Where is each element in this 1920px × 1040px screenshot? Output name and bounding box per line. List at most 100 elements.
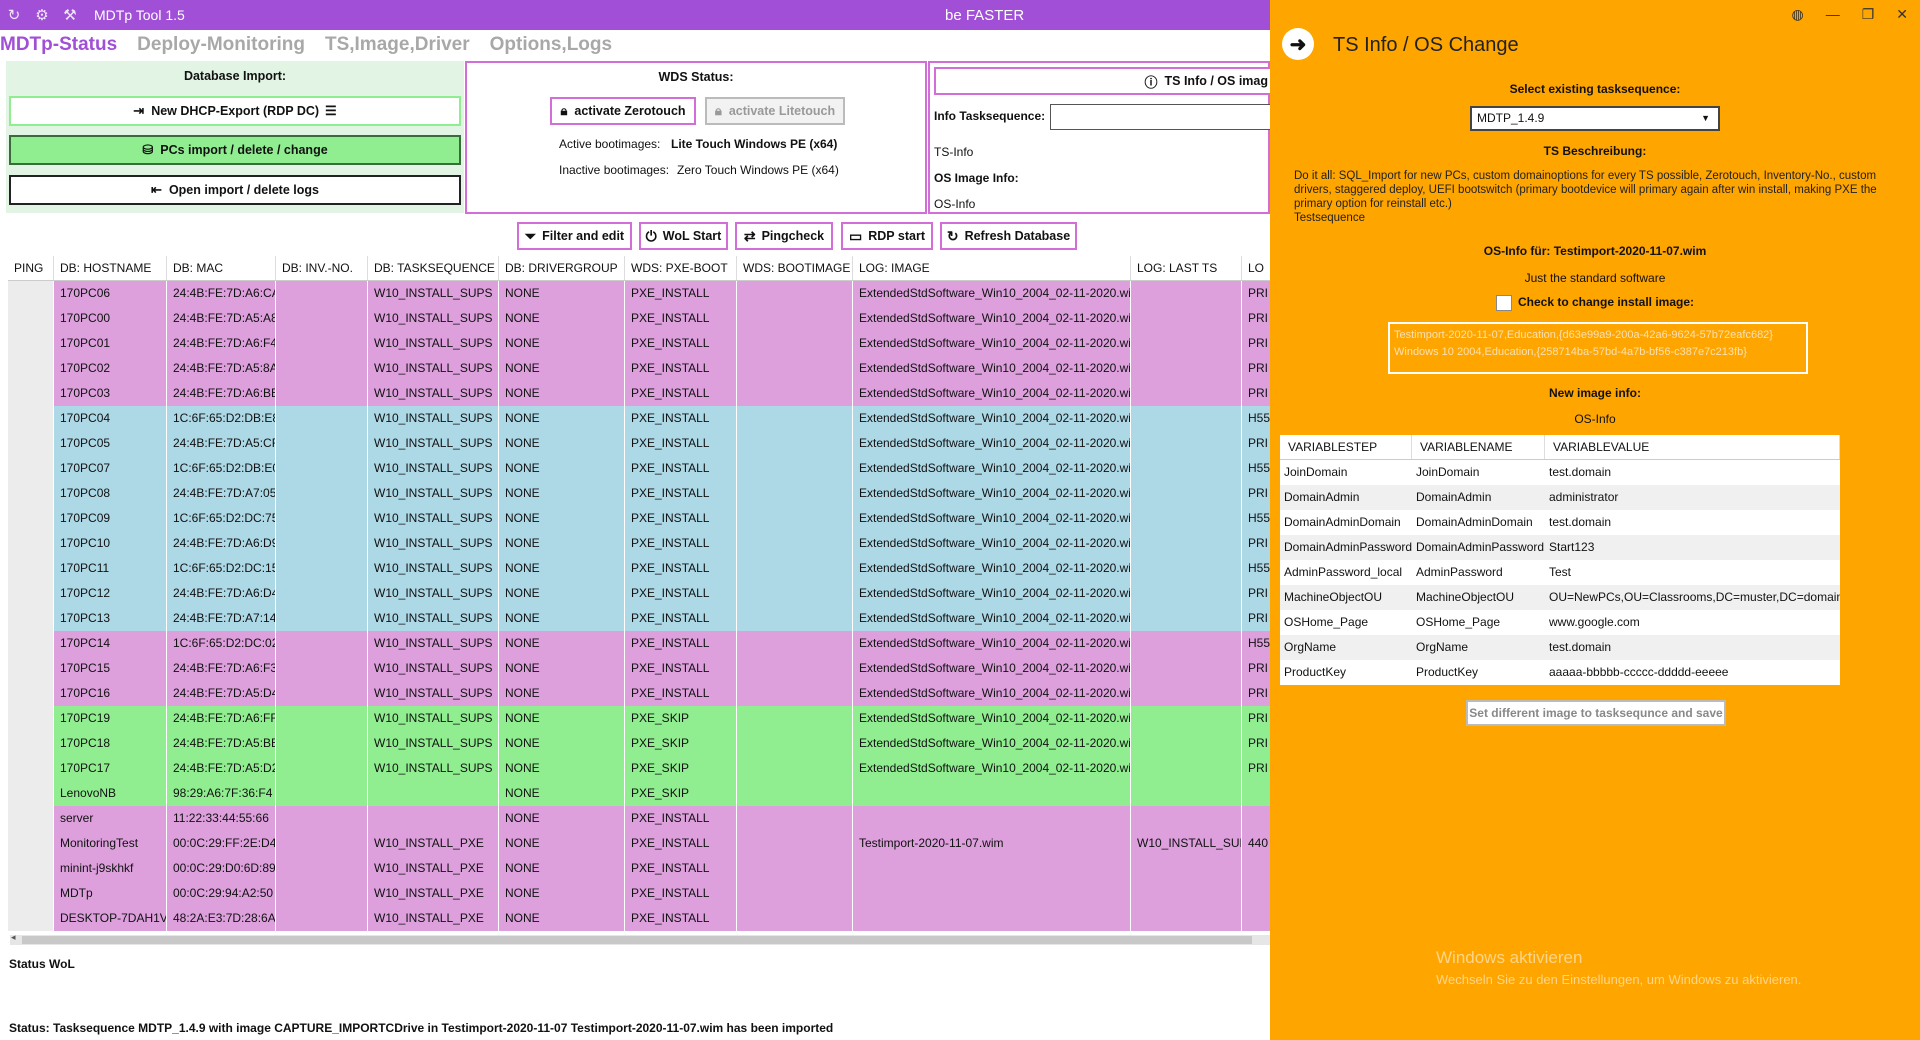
table-row[interactable]: LenovoNB 98:29:A6:7F:36:F4 NONE PXE_SKIP bbox=[8, 781, 1270, 806]
table-cell[interactable]: PXE_INSTALL bbox=[625, 281, 737, 306]
table-cell[interactable] bbox=[276, 406, 368, 431]
table-row[interactable]: 170PC04 1C:6F:65:D2:DB:E8 W10_INSTALL_SUPS… bbox=[8, 406, 1270, 431]
variable-cell[interactable]: MachineObjectOU bbox=[1412, 585, 1545, 610]
ping-cell[interactable] bbox=[8, 531, 54, 556]
table-cell[interactable]: NONE bbox=[499, 381, 625, 406]
table-cell[interactable] bbox=[276, 881, 368, 906]
table-cell[interactable]: W10_INSTALL_PXE bbox=[368, 856, 499, 881]
table-cell[interactable] bbox=[737, 856, 853, 881]
table-cell[interactable]: NONE bbox=[499, 431, 625, 456]
table-cell[interactable]: 170PC10 bbox=[54, 531, 167, 556]
table-row[interactable]: minint-j9skhkf 00:0C:29:D0:6D:89 W10_INSTA… bbox=[8, 856, 1270, 881]
variable-cell[interactable]: aaaaa-bbbbb-ccccc-ddddd-eeeee bbox=[1545, 660, 1840, 685]
table-cell[interactable]: PXE_INSTALL bbox=[625, 806, 737, 831]
table-cell[interactable]: NONE bbox=[499, 481, 625, 506]
table-cell[interactable]: PXE_SKIP bbox=[625, 706, 737, 731]
variable-cell[interactable]: test.domain bbox=[1545, 510, 1840, 535]
table-cell[interactable]: PXE_INSTALL bbox=[625, 406, 737, 431]
table-cell[interactable]: W10_INSTALL_SUPS bbox=[368, 631, 499, 656]
table-cell[interactable]: ExtendedStdSoftware_Win10_2004_02-11-202… bbox=[853, 556, 1131, 581]
table-cell[interactable]: ExtendedStdSoftware_Win10_2004_02-11-202… bbox=[853, 406, 1131, 431]
ping-cell[interactable] bbox=[8, 731, 54, 756]
ping-cell[interactable] bbox=[8, 881, 54, 906]
table-cell[interactable] bbox=[1131, 456, 1242, 481]
table-cell[interactable]: 170PC19 bbox=[54, 706, 167, 731]
variable-cell[interactable]: DomainAdminDomain bbox=[1412, 510, 1545, 535]
variable-cell[interactable]: www.google.com bbox=[1545, 610, 1840, 635]
table-cell[interactable]: ExtendedStdSoftware_Win10_2004_02-11-202… bbox=[853, 756, 1131, 781]
table-cell[interactable]: W10_INSTALL_SUPS bbox=[368, 731, 499, 756]
table-cell[interactable]: W10_INSTALL_SUPS bbox=[368, 481, 499, 506]
table-cell[interactable]: H55 bbox=[1242, 506, 1270, 531]
table-cell[interactable]: 170PC11 bbox=[54, 556, 167, 581]
table-cell[interactable] bbox=[853, 781, 1131, 806]
ping-cell[interactable] bbox=[8, 806, 54, 831]
table-cell[interactable]: W10_INSTALL_PXE bbox=[368, 906, 499, 931]
new-dhcp-export-button[interactable]: ⇥ New DHCP-Export (RDP DC) ☰ bbox=[9, 96, 461, 126]
table-cell[interactable] bbox=[1242, 806, 1270, 831]
table-cell[interactable]: PXE_INSTALL bbox=[625, 431, 737, 456]
globe-icon[interactable]: ◍ bbox=[1791, 6, 1803, 23]
table-cell[interactable]: 24:4B:FE:7D:A6:F4 bbox=[167, 331, 276, 356]
table-cell[interactable]: W10_INSTALL_SUPS bbox=[368, 406, 499, 431]
table-cell[interactable]: NONE bbox=[499, 856, 625, 881]
table-cell[interactable]: PXE_INSTALL bbox=[625, 606, 737, 631]
table-cell[interactable] bbox=[737, 681, 853, 706]
variable-row[interactable]: OrgName OrgName test.domain bbox=[1280, 635, 1840, 660]
table-cell[interactable]: PXE_SKIP bbox=[625, 756, 737, 781]
table-cell[interactable]: NONE bbox=[499, 731, 625, 756]
table-cell[interactable] bbox=[276, 756, 368, 781]
grid-header-cell[interactable]: DB: TASKSEQUENCE bbox=[368, 256, 499, 280]
table-cell[interactable] bbox=[368, 781, 499, 806]
open-logs-button[interactable]: ⇤ Open import / delete logs bbox=[9, 175, 461, 205]
table-cell[interactable]: ExtendedStdSoftware_Win10_2004_02-11-202… bbox=[853, 506, 1131, 531]
tab-options-logs[interactable]: Options,Logs bbox=[490, 34, 612, 56]
table-cell[interactable] bbox=[853, 881, 1131, 906]
table-cell[interactable] bbox=[276, 331, 368, 356]
table-cell[interactable] bbox=[853, 856, 1131, 881]
table-cell[interactable] bbox=[1131, 381, 1242, 406]
table-cell[interactable]: 170PC18 bbox=[54, 731, 167, 756]
grid-header-cell[interactable]: DB: MAC bbox=[167, 256, 276, 280]
change-image-checkbox[interactable] bbox=[1495, 295, 1512, 311]
table-cell[interactable]: minint-j9skhkf bbox=[54, 856, 167, 881]
table-cell[interactable]: 170PC14 bbox=[54, 631, 167, 656]
variable-cell[interactable]: OSHome_Page bbox=[1412, 610, 1545, 635]
table-cell[interactable]: ExtendedStdSoftware_Win10_2004_02-11-202… bbox=[853, 606, 1131, 631]
table-cell[interactable]: 24:4B:FE:7D:A5:8A bbox=[167, 356, 276, 381]
table-row[interactable]: 170PC01 24:4B:FE:7D:A6:F4 W10_INSTALL_SUPS… bbox=[8, 331, 1270, 356]
table-cell[interactable] bbox=[276, 306, 368, 331]
table-cell[interactable]: 170PC00 bbox=[54, 306, 167, 331]
table-cell[interactable] bbox=[1131, 406, 1242, 431]
table-cell[interactable]: 24:4B:FE:7D:A6:CA bbox=[167, 281, 276, 306]
set-image-save-button[interactable]: Set different image to tasksequnce and s… bbox=[1466, 700, 1726, 726]
table-cell[interactable]: 170PC15 bbox=[54, 656, 167, 681]
variable-cell[interactable]: DomainAdminPassword bbox=[1280, 535, 1412, 560]
table-cell[interactable] bbox=[737, 781, 853, 806]
table-cell[interactable] bbox=[1131, 431, 1242, 456]
ping-cell[interactable] bbox=[8, 356, 54, 381]
table-cell[interactable]: PXE_INSTALL bbox=[625, 531, 737, 556]
horizontal-scrollbar[interactable]: ◂ bbox=[10, 932, 1270, 945]
filter-edit-button[interactable]: ⏷ Filter and edit bbox=[517, 222, 632, 250]
variable-cell[interactable]: DomainAdminPassword bbox=[1412, 535, 1545, 560]
table-cell[interactable]: 170PC03 bbox=[54, 381, 167, 406]
table-cell[interactable]: PRI bbox=[1242, 681, 1270, 706]
table-cell[interactable]: ExtendedStdSoftware_Win10_2004_02-11-202… bbox=[853, 431, 1131, 456]
table-cell[interactable]: NONE bbox=[499, 506, 625, 531]
refresh-icon[interactable]: ↻ bbox=[0, 0, 28, 30]
table-cell[interactable] bbox=[276, 781, 368, 806]
table-cell[interactable]: W10_INSTALL_SUPS bbox=[368, 556, 499, 581]
table-cell[interactable]: 170PC05 bbox=[54, 431, 167, 456]
table-cell[interactable]: 24:4B:FE:7D:A5:A8 bbox=[167, 306, 276, 331]
table-cell[interactable]: NONE bbox=[499, 356, 625, 381]
table-cell[interactable] bbox=[737, 631, 853, 656]
table-cell[interactable]: NONE bbox=[499, 706, 625, 731]
table-cell[interactable]: NONE bbox=[499, 631, 625, 656]
table-cell[interactable]: 1C:6F:65:D2:DB:E0 bbox=[167, 456, 276, 481]
table-cell[interactable] bbox=[737, 706, 853, 731]
table-cell[interactable]: NONE bbox=[499, 806, 625, 831]
table-cell[interactable]: server bbox=[54, 806, 167, 831]
table-cell[interactable] bbox=[737, 531, 853, 556]
table-cell[interactable]: 170PC07 bbox=[54, 456, 167, 481]
